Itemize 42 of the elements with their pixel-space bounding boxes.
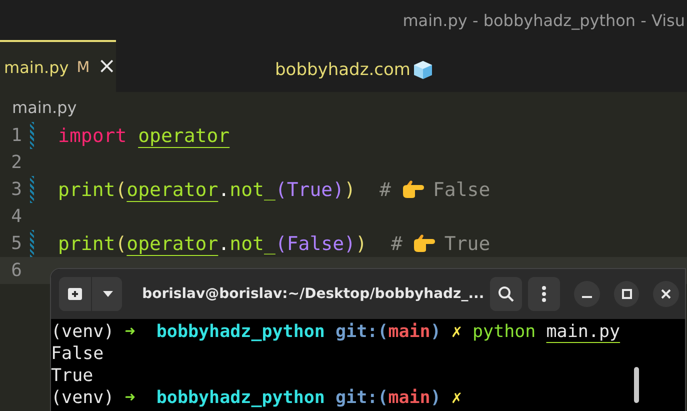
line-number: 4 xyxy=(10,206,22,227)
terminal-line: True xyxy=(51,366,94,386)
comment-mark: # xyxy=(390,232,402,254)
search-icon xyxy=(498,286,514,302)
cube-icon xyxy=(413,60,434,80)
caret-icon xyxy=(102,291,112,297)
breadcrumb[interactable]: main.py xyxy=(12,98,77,116)
new-tab-icon xyxy=(67,287,83,301)
line-number: 5 xyxy=(10,233,22,254)
kebab-menu-icon xyxy=(542,286,546,302)
close-button[interactable] xyxy=(653,281,679,307)
comment-text: False xyxy=(432,178,490,200)
comment-mark: # xyxy=(380,178,391,200)
site-label: bobbyhadz.com xyxy=(275,60,410,80)
modified-indicator: M xyxy=(76,58,90,76)
pointing-hand-icon xyxy=(412,234,436,254)
window-title: main.py - bobbyhadz_python - Visu xyxy=(402,10,685,30)
code-text: print(operator.not_(True)) xyxy=(58,178,356,200)
close-tab-button[interactable]: × xyxy=(98,56,116,78)
minimize-icon xyxy=(582,296,592,298)
close-icon xyxy=(661,289,672,299)
scrollbar[interactable] xyxy=(634,367,639,403)
terminal-line: (venv) ➜ bobbyhadz_python git:(main) ✗ python main.py xyxy=(51,322,620,342)
tab-label: main.py xyxy=(4,58,69,76)
maximize-button[interactable] xyxy=(614,281,640,307)
terminal-line: (venv) ➜ bobbyhadz_python git:(main) ✗ xyxy=(51,388,462,408)
menu-button[interactable] xyxy=(528,277,560,311)
terminal-line: False xyxy=(51,344,104,364)
dropdown-button[interactable] xyxy=(91,277,122,311)
maximize-icon xyxy=(622,289,632,299)
line-number: 3 xyxy=(10,179,22,200)
code-text: print(operator.not_(False)) xyxy=(58,232,367,254)
line-number: 2 xyxy=(10,152,22,173)
minimize-button[interactable] xyxy=(574,281,600,307)
line-number: 6 xyxy=(10,260,22,281)
comment-text: True xyxy=(444,232,490,254)
line-number: 1 xyxy=(10,125,22,146)
pointing-hand-icon xyxy=(400,180,425,200)
search-button[interactable] xyxy=(490,277,522,311)
terminal-title: borislav@borislav:~/Desktop/bobbyhadz_... xyxy=(142,286,484,302)
code-text: import operator xyxy=(58,124,230,146)
editor-tab[interactable]: main.py M × xyxy=(0,40,116,92)
